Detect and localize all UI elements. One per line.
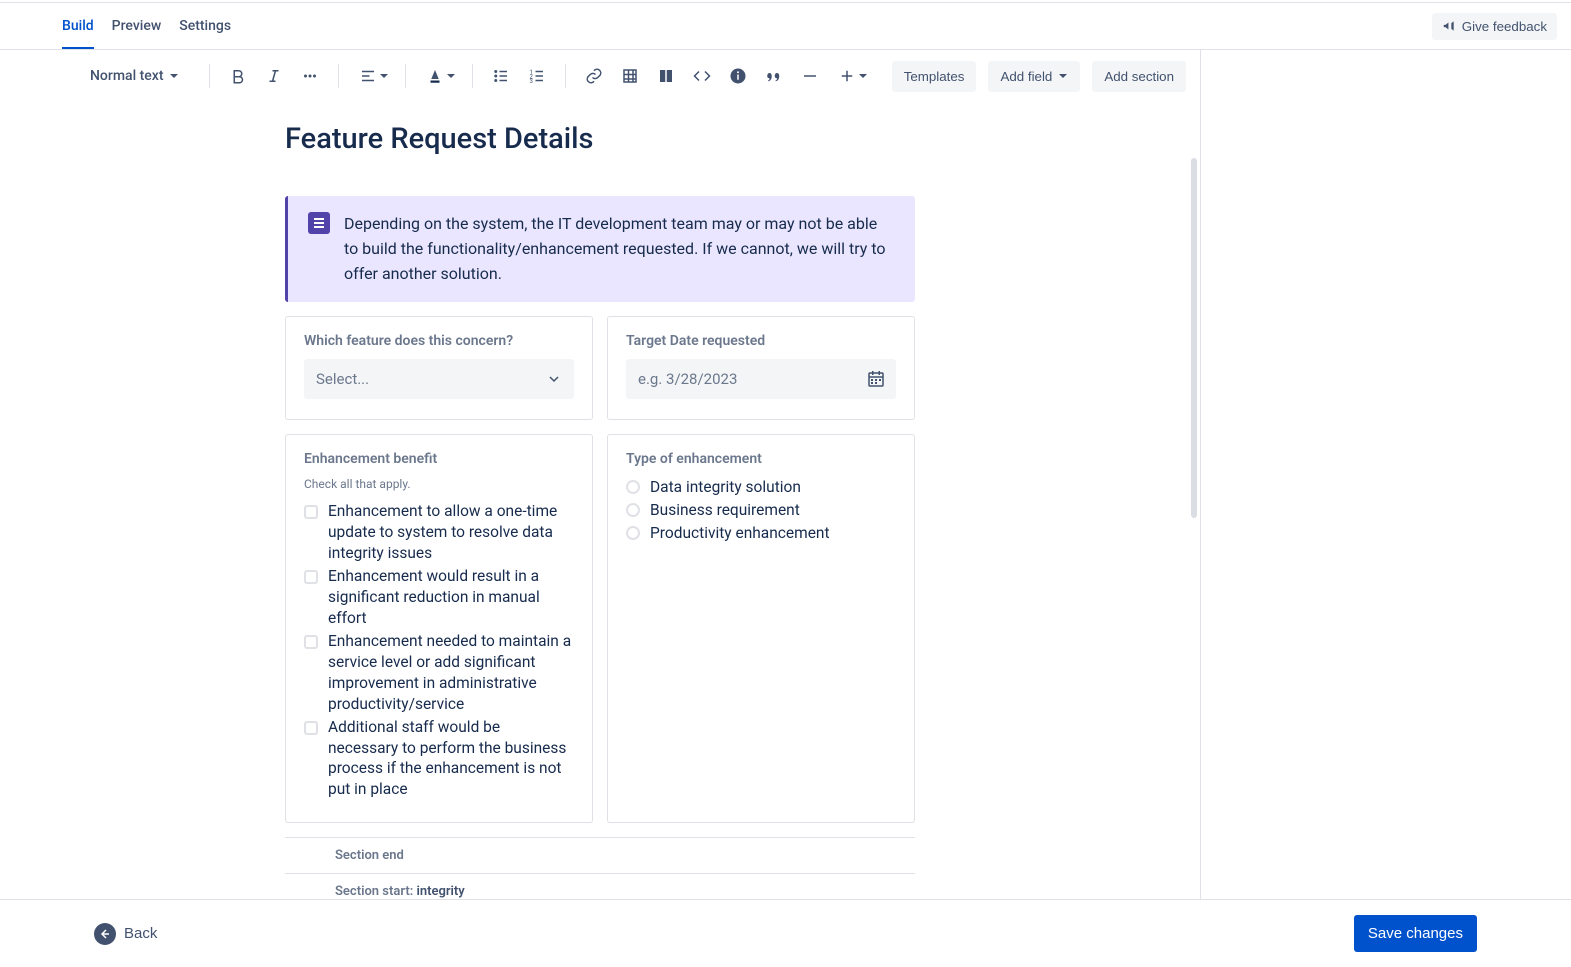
toolbar-separator (209, 64, 210, 88)
tab-settings[interactable]: Settings (179, 3, 231, 49)
checkbox-option[interactable]: Additional staff would be necessary to p… (304, 717, 574, 801)
field-type-enhancement[interactable]: Type of enhancement Data integrity solut… (607, 434, 915, 823)
checkbox-label: Enhancement needed to maintain a service… (328, 631, 574, 715)
text-style-label: Normal text (90, 68, 163, 84)
checkbox-label: Enhancement to allow a one-time update t… (328, 501, 574, 564)
footer: Back Save changes (0, 899, 1571, 967)
back-button[interactable]: Back (94, 923, 157, 945)
header-row: Build Preview Settings Give feedback (0, 3, 1571, 49)
insert-more-button[interactable] (830, 60, 872, 92)
chevron-down-icon (858, 71, 868, 81)
table-button[interactable] (614, 60, 646, 92)
layout-button[interactable] (650, 60, 682, 92)
tab-preview[interactable]: Preview (112, 3, 162, 49)
megaphone-icon (1442, 19, 1456, 33)
checkbox-icon (304, 635, 318, 649)
tab-build[interactable]: Build (62, 3, 94, 49)
select-placeholder: Select... (316, 370, 369, 388)
checkbox-option[interactable]: Enhancement needed to maintain a service… (304, 631, 574, 715)
toolbar-separator (338, 64, 339, 88)
save-changes-button[interactable]: Save changes (1354, 915, 1477, 952)
radio-option[interactable]: Business requirement (626, 500, 896, 521)
checkbox-option[interactable]: Enhancement would result in a significan… (304, 566, 574, 629)
radio-icon (626, 480, 640, 494)
link-button[interactable] (578, 60, 610, 92)
radio-label: Business requirement (650, 500, 800, 521)
checkbox-icon (304, 570, 318, 584)
give-feedback-label: Give feedback (1462, 19, 1547, 34)
bold-button[interactable] (222, 60, 254, 92)
editor-scroll-area[interactable]: Feature Request Details Depending on the… (0, 102, 1200, 967)
divider-button[interactable] (794, 60, 826, 92)
radio-icon (626, 526, 640, 540)
checkbox-icon (304, 721, 318, 735)
arrow-left-circle-icon (94, 923, 116, 945)
info-panel[interactable]: Depending on the system, the IT developm… (285, 196, 915, 302)
chevron-down-icon (379, 71, 389, 81)
radio-option[interactable]: Data integrity solution (626, 477, 896, 498)
section-start-name: integrity (416, 884, 464, 899)
give-feedback-button[interactable]: Give feedback (1432, 13, 1557, 40)
chevron-down-icon (169, 71, 179, 81)
checkbox-icon (304, 505, 318, 519)
bullet-list-button[interactable] (485, 60, 517, 92)
numbered-list-button[interactable]: 123 (521, 60, 553, 92)
field-label: Which feature does this concern? (304, 333, 574, 349)
info-panel-text: Depending on the system, the IT developm… (344, 212, 895, 286)
calendar-icon (868, 371, 884, 387)
code-button[interactable] (686, 60, 718, 92)
add-field-label: Add field (1000, 69, 1052, 84)
tabs: Build Preview Settings (62, 3, 231, 49)
radio-option[interactable]: Productivity enhancement (626, 523, 896, 544)
templates-button[interactable]: Templates (892, 61, 977, 92)
toolbar-separator (565, 64, 566, 88)
checkbox-label: Enhancement would result in a significan… (328, 566, 574, 629)
date-input[interactable]: e.g. 3/28/2023 (626, 359, 896, 399)
italic-button[interactable] (258, 60, 290, 92)
field-label: Type of enhancement (626, 451, 896, 467)
section-start-prefix: Section start: (335, 884, 416, 899)
radio-label: Productivity enhancement (650, 523, 830, 544)
toolbar-separator (472, 64, 473, 88)
back-label: Back (124, 925, 157, 942)
form-content: Feature Request Details Depending on the… (285, 102, 915, 967)
checkbox-label: Additional staff would be necessary to p… (328, 717, 574, 801)
chevron-down-icon (1058, 71, 1068, 81)
toolbar: Normal text 123 (0, 50, 1200, 102)
select-input[interactable]: Select... (304, 359, 574, 399)
align-button[interactable] (351, 60, 393, 92)
main-area: Normal text 123 (0, 50, 1200, 967)
text-style-dropdown[interactable]: Normal text (80, 62, 189, 90)
info-panel-button[interactable] (722, 60, 754, 92)
field-target-date[interactable]: Target Date requested e.g. 3/28/2023 (607, 316, 915, 420)
more-formatting-button[interactable] (294, 60, 326, 92)
section-end-marker[interactable]: Section end (285, 837, 915, 873)
field-label: Target Date requested (626, 333, 896, 349)
chevron-down-icon (446, 71, 456, 81)
add-section-button[interactable]: Add section (1092, 61, 1186, 92)
quote-button[interactable] (758, 60, 790, 92)
right-panel-border (1200, 50, 1201, 967)
scrollbar-thumb[interactable] (1191, 158, 1197, 518)
text-color-button[interactable] (418, 60, 460, 92)
radio-label: Data integrity solution (650, 477, 801, 498)
svg-text:3: 3 (530, 78, 533, 85)
checkbox-option[interactable]: Enhancement to allow a one-time update t… (304, 501, 574, 564)
field-enhancement-benefit[interactable]: Enhancement benefit Check all that apply… (285, 434, 593, 823)
field-hint: Check all that apply. (304, 477, 574, 491)
toolbar-separator (405, 64, 406, 88)
page-title[interactable]: Feature Request Details (285, 122, 915, 156)
field-label: Enhancement benefit (304, 451, 574, 467)
chevron-down-icon (546, 371, 562, 387)
field-feature-select[interactable]: Which feature does this concern? Select.… (285, 316, 593, 420)
panel-note-icon (308, 212, 330, 234)
add-field-button[interactable]: Add field (988, 61, 1080, 92)
date-placeholder: e.g. 3/28/2023 (638, 370, 737, 388)
radio-icon (626, 503, 640, 517)
